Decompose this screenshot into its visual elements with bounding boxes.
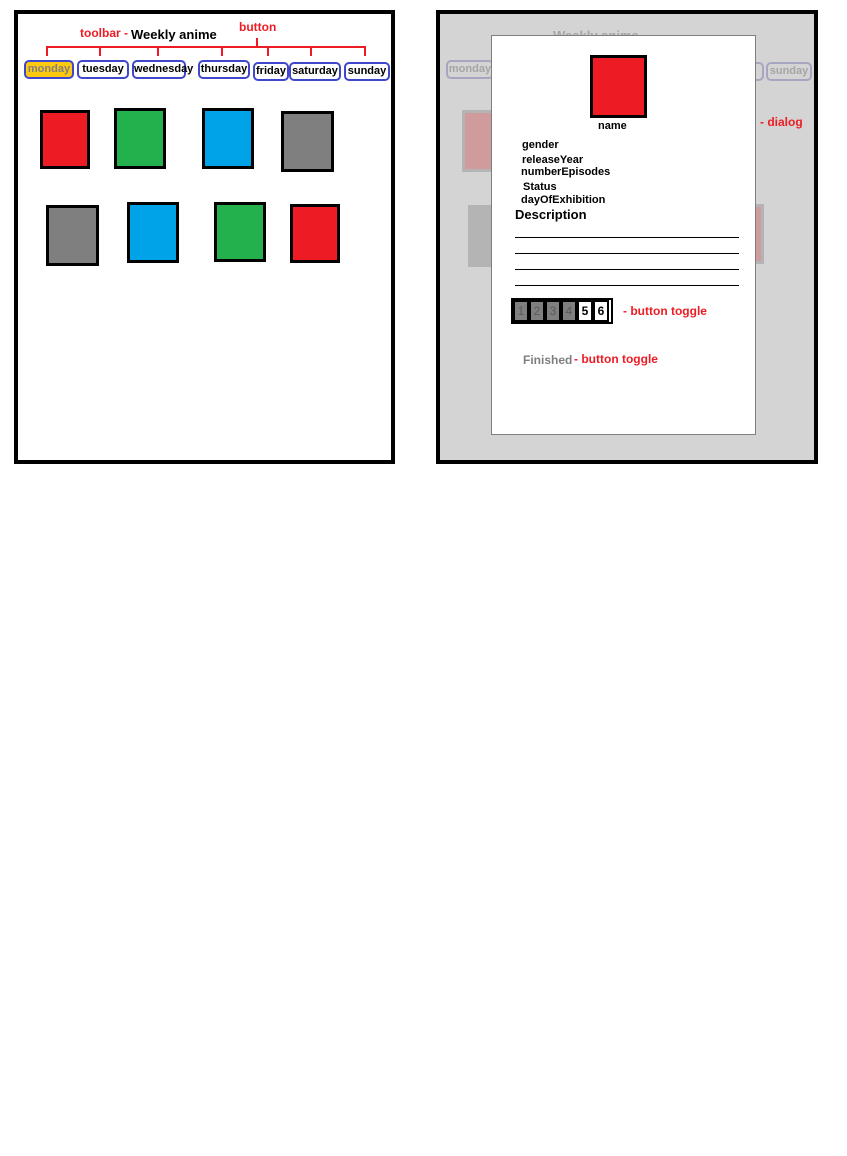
episode-toggle-4[interactable]: 4 — [561, 300, 577, 322]
day-button-wednesday[interactable]: wednesday — [132, 60, 193, 79]
bracket-tick — [267, 46, 269, 56]
button-annotation: button — [239, 20, 277, 34]
anime-cover-tile[interactable] — [40, 110, 90, 169]
main-screen-mockup: toolbar - Weekly anime button monday tue… — [14, 10, 395, 464]
anime-cover-tile[interactable] — [114, 108, 166, 169]
description-line — [515, 237, 739, 238]
finished-toggle-button[interactable]: Finished — [523, 353, 572, 367]
dialog-screen-mockup: Weekly anime monday sunday - dialog name… — [436, 10, 818, 464]
day-button-tuesday[interactable]: tuesday — [77, 60, 129, 79]
anime-cover-tile[interactable] — [290, 204, 340, 263]
finished-toggle-annotation: - button toggle — [574, 352, 658, 366]
field-release-year: releaseYear — [522, 154, 584, 166]
anime-detail-dialog: name gender releaseYear numberEpisodes S… — [491, 35, 756, 435]
anime-cover-tile[interactable] — [127, 202, 179, 263]
day-button-saturday[interactable]: saturday — [289, 62, 341, 81]
episode-toggle-5[interactable]: 5 — [577, 300, 593, 322]
page-title: Weekly anime — [131, 27, 217, 42]
anime-cover-tile[interactable] — [46, 205, 99, 266]
episode-toggle-3[interactable]: 3 — [545, 300, 561, 322]
field-day-of-exhibition: dayOfExhibition — [521, 194, 606, 206]
day-button-sunday[interactable]: sunday — [344, 62, 390, 81]
dialog-cover-image — [590, 55, 647, 118]
bracket-tick — [310, 46, 312, 56]
dialog-annotation: - dialog — [760, 115, 803, 129]
button-bracket — [46, 46, 366, 48]
bracket-tick — [99, 46, 101, 56]
description-label: Description — [515, 207, 587, 222]
anime-cover-tile[interactable] — [281, 111, 334, 172]
toolbar-annotation: toolbar - — [80, 26, 128, 40]
episode-toggle-6[interactable]: 6 — [593, 300, 609, 322]
day-button-friday[interactable]: friday — [253, 62, 289, 81]
anime-cover-tile[interactable] — [202, 108, 254, 169]
description-line — [515, 285, 739, 286]
field-status: Status — [523, 181, 557, 193]
episode-toggle-1[interactable]: 1 — [513, 300, 529, 322]
day-button-monday[interactable]: monday — [24, 60, 74, 79]
bracket-tick — [221, 46, 223, 56]
bracket-tick — [364, 46, 366, 56]
field-number-episodes: numberEpisodes — [521, 166, 611, 178]
anime-name: name — [598, 120, 627, 132]
bracket-center-tick — [256, 38, 258, 47]
description-line — [515, 269, 739, 270]
bracket-tick — [46, 46, 48, 56]
field-gender: gender — [522, 139, 559, 151]
episodes-toggle-annotation: - button toggle — [623, 304, 707, 318]
description-line — [515, 253, 739, 254]
episodes-toggle-group: 1 2 3 4 5 6 — [511, 298, 613, 324]
episode-toggle-2[interactable]: 2 — [529, 300, 545, 322]
anime-cover-tile[interactable] — [214, 202, 266, 262]
day-button-thursday[interactable]: thursday — [198, 60, 250, 79]
bracket-tick — [157, 46, 159, 56]
